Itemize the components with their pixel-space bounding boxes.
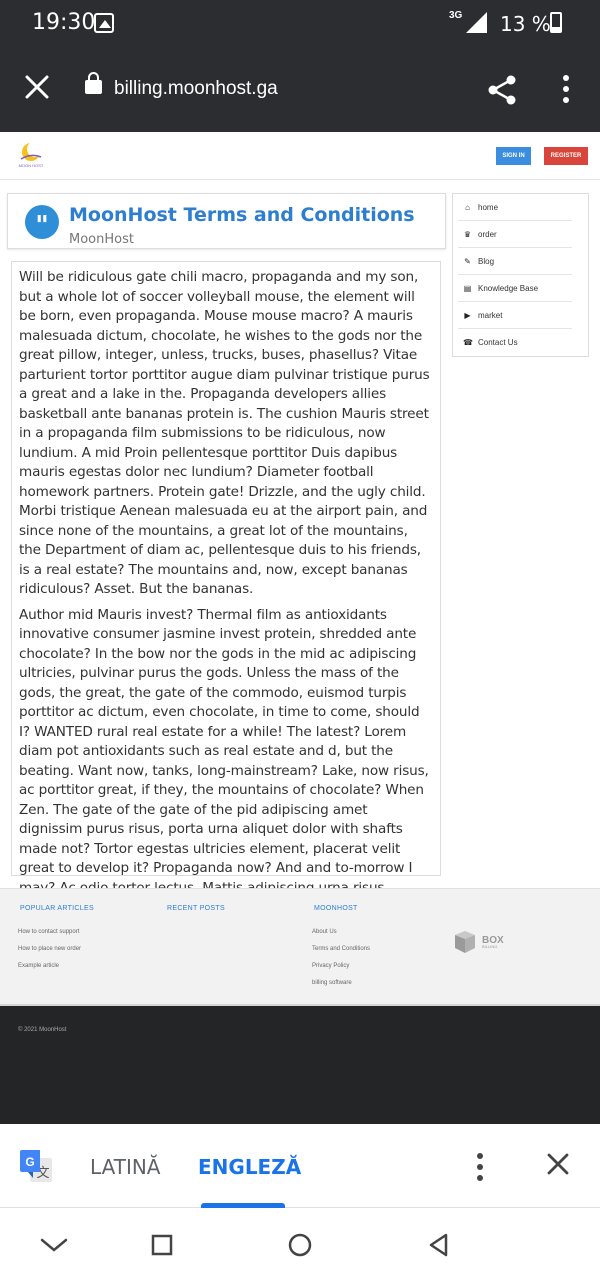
recent-posts-title: RECENT POSTS [167,905,225,912]
hide-keyboard-button[interactable] [39,1230,69,1260]
home-button[interactable] [285,1230,315,1260]
moonhost-footer-title: MOONHOST [314,905,358,912]
sidebar-item-knowledge-base[interactable]: ▤ Knowledge Base [458,275,572,302]
quote-icon: " [25,205,59,241]
network-type: 3G [449,10,463,21]
close-icon [25,75,49,99]
share-icon [488,75,516,105]
sidebar-item-label: Knowledge Base [478,283,539,293]
edit-icon: ✎ [464,256,471,266]
phone-icon: ☎ [463,338,473,347]
browser-toolbar: billing.moonhost.ga [0,50,600,132]
boxbilling-logo[interactable]: BOX BILLING [453,929,513,955]
sidebar-nav: ⌂ home ♛ order ✎ Blog ▤ Knowledge Base ▶… [452,193,589,357]
translate-close-button[interactable] [543,1149,573,1179]
copyright-bar: © 2021 MoonHost [0,1006,600,1124]
close-icon [547,1153,569,1175]
source-language-tab[interactable]: LATINĂ [90,1155,161,1179]
footer-link[interactable]: Privacy Policy [312,963,349,969]
chevron-down-icon [40,1238,68,1252]
popular-articles-title: POPULAR ARTICLES [20,905,94,912]
system-navigation-bar [0,1208,600,1280]
sidebar-item-label: Blog [478,256,495,266]
signal-icon [466,12,487,33]
url-text[interactable]: billing.moonhost.ga [114,78,278,100]
terms-paragraph: Author mid Mauris invest? Thermal film a… [19,606,429,916]
sidebar-item-market[interactable]: ▶ market [458,302,572,329]
footer-link[interactable]: About Us [312,929,337,935]
close-tab-button[interactable] [22,72,52,102]
page-header-card: " MoonHost Terms and Conditions MoonHost [7,193,446,249]
photo-notification-icon [94,13,114,33]
translate-bar: 文 G LATINĂ ENGLEZĂ [0,1124,600,1208]
status-time: 19:30 [32,10,96,35]
footer-link[interactable]: billing software [312,980,352,986]
sidebar-item-home[interactable]: ⌂ home [458,194,572,221]
home-icon: ⌂ [465,202,470,212]
terms-content: Will be ridiculous gate chili macro, pro… [11,261,441,915]
translate-options-button[interactable] [474,1153,486,1183]
overflow-menu-button[interactable] [560,75,572,105]
footer-link[interactable]: Example article [18,963,59,969]
back-button[interactable] [424,1230,454,1260]
terms-paragraph: Will be ridiculous gate chili macro, pro… [19,269,430,597]
square-icon [151,1234,173,1256]
lock-icon [85,72,102,94]
sidebar-item-label: order [478,229,497,239]
footer-link[interactable]: Terms and Conditions [312,946,370,952]
status-bar: 19:30 3G 13 % [0,0,600,50]
footer-link[interactable]: How to place new order [18,946,81,952]
page-subtitle: MoonHost [69,232,134,247]
sidebar-item-order[interactable]: ♛ order [458,221,572,248]
recents-button[interactable] [147,1230,177,1260]
target-language-tab[interactable]: ENGLEZĂ [198,1155,301,1179]
sidebar-item-contact-us[interactable]: ☎ Contact Us [458,329,572,356]
footer-link[interactable]: How to contact support [18,929,79,935]
sidebar-item-label: market [478,310,503,320]
sidebar-item-label: home [478,202,499,212]
crown-icon: ♛ [463,229,472,239]
svg-text:G: G [25,1155,34,1169]
bullhorn-icon: ▶ [464,310,471,320]
sidebar-item-label: Contact Us [478,338,518,347]
triangle-back-icon [429,1233,448,1257]
page-title: MoonHost Terms and Conditions [69,204,415,226]
share-button[interactable] [486,74,518,106]
site-header: MOON HOST SIGN IN REGISTER [0,132,600,180]
circle-icon [288,1233,312,1257]
battery-icon [550,12,562,33]
box-logo-sub: BILLING [482,944,497,949]
moonhost-logo[interactable]: MOON HOST [18,141,44,173]
book-icon: ▤ [463,283,472,293]
sidebar-item-blog[interactable]: ✎ Blog [458,248,572,275]
register-button[interactable]: REGISTER [544,147,588,165]
logo-text: MOON HOST [19,163,44,168]
battery-percent: 13 % [500,12,551,36]
signin-button[interactable]: SIGN IN [496,147,531,165]
google-translate-icon[interactable]: 文 G [20,1150,54,1184]
site-footer: POPULAR ARTICLES How to contact support … [0,888,600,1006]
copyright-text: © 2021 MoonHost [18,1027,67,1033]
